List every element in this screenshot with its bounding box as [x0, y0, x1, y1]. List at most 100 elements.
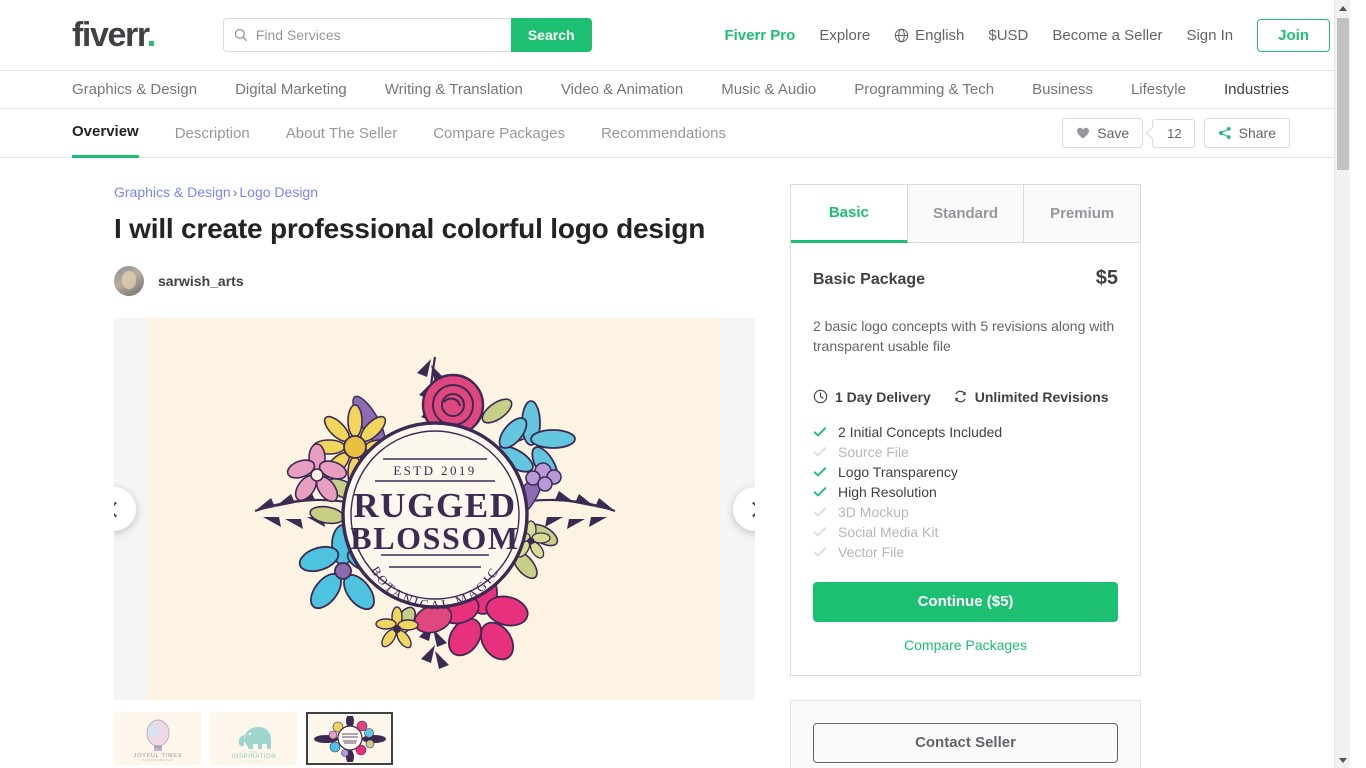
page-scrollbar[interactable]	[1334, 0, 1350, 768]
package-tab-basic[interactable]: Basic	[791, 185, 908, 243]
gallery-thumbnails: JOYFUL TIMES PHOTOGRAPHY The INSPIRATION…	[114, 712, 745, 765]
breadcrumb-child[interactable]: Logo Design	[239, 184, 318, 200]
gallery-main-image[interactable]: ESTD 2019 RUGGED BLOSSOM BOTANICAL MAGIC	[148, 318, 721, 700]
scrollbar-thumb[interactable]	[1337, 18, 1349, 170]
share-button-label: Share	[1238, 125, 1276, 141]
search-input[interactable]	[255, 27, 501, 43]
caret-up-icon	[1338, 5, 1347, 11]
share-button[interactable]: Share	[1203, 118, 1290, 148]
save-button-label: Save	[1097, 125, 1130, 141]
package-card: Basic Standard Premium Basic Package $5 …	[790, 184, 1141, 676]
delivery-time-label: 1 Day Delivery	[835, 388, 931, 405]
compare-packages-link[interactable]: Compare Packages	[813, 637, 1118, 653]
nav-currency[interactable]: $USD	[988, 27, 1028, 44]
elephant-logo-icon: The INSPIRATION — PLACE —	[231, 726, 275, 763]
scrollbar-up-button[interactable]	[1335, 0, 1350, 16]
category-industries[interactable]: Industries	[1224, 81, 1289, 98]
nav-fiverr-pro[interactable]: Fiverr Pro	[724, 27, 795, 44]
search-box[interactable]	[222, 18, 511, 52]
category-business[interactable]: Business	[1032, 81, 1093, 98]
header-nav: Fiverr Pro Explore English $USD Become a…	[724, 18, 1330, 52]
gig-subnav: Overview Description About The Seller Co…	[0, 109, 1350, 158]
nav-language-label: English	[915, 26, 965, 44]
thumbnail-rugged-blossom[interactable]	[306, 712, 393, 765]
join-button[interactable]: Join	[1257, 18, 1330, 52]
contact-seller-button[interactable]: Contact Seller	[813, 722, 1118, 763]
package-tabs: Basic Standard Premium	[791, 185, 1141, 243]
seller-row: sarwish_arts	[114, 266, 745, 296]
tab-about-the-seller[interactable]: About The Seller	[286, 109, 397, 158]
check-icon	[813, 466, 827, 477]
check-icon	[813, 546, 827, 557]
revisions-label: Unlimited Revisions	[974, 388, 1109, 405]
category-video-animation[interactable]: Video & Animation	[561, 81, 683, 98]
search-button[interactable]: Search	[510, 18, 592, 52]
package-header: Basic Package $5	[813, 267, 1118, 290]
category-writing-translation[interactable]: Writing & Translation	[385, 81, 523, 98]
feature-row: Social Media Kit	[813, 522, 1118, 542]
package-tab-premium[interactable]: Premium	[1024, 185, 1141, 243]
refresh-icon	[954, 390, 966, 403]
save-button[interactable]: Save	[1062, 118, 1144, 148]
fiverr-gig-page: fiverr. Search Fiverr Pro Explore	[0, 0, 1350, 768]
site-header: fiverr. Search Fiverr Pro Explore	[0, 0, 1350, 71]
continue-button[interactable]: Continue ($5)	[813, 581, 1118, 622]
floral-wreath-logo-icon	[313, 715, 386, 762]
thumbnail-inspiration[interactable]: The INSPIRATION — PLACE —	[210, 712, 297, 765]
feature-row: High Resolution	[813, 482, 1118, 502]
category-music-audio[interactable]: Music & Audio	[721, 81, 816, 98]
check-icon	[813, 526, 827, 537]
logo-estd-text: ESTD 2019	[393, 463, 476, 478]
thumbnail-joyful-times[interactable]: JOYFUL TIMES PHOTOGRAPHY	[114, 712, 201, 765]
search-icon	[234, 28, 248, 42]
category-programming-tech[interactable]: Programming & Tech	[854, 81, 994, 98]
globe-icon	[894, 28, 909, 42]
package-tab-standard[interactable]: Standard	[907, 185, 1025, 243]
chevron-left-icon	[114, 501, 124, 517]
feature-row: 3D Mockup	[813, 502, 1118, 522]
carousel-next-button[interactable]	[733, 487, 755, 531]
tab-description[interactable]: Description	[175, 109, 250, 158]
tab-overview[interactable]: Overview	[72, 109, 139, 158]
rugged-blossom-logo-artwork: ESTD 2019 RUGGED BLOSSOM BOTANICAL MAGIC	[148, 318, 721, 700]
nav-explore[interactable]: Explore	[819, 27, 870, 44]
tab-recommendations[interactable]: Recommendations	[601, 109, 726, 158]
clock-icon	[813, 389, 828, 404]
chevron-right-icon	[745, 501, 755, 517]
category-graphics-design[interactable]: Graphics & Design	[72, 81, 197, 98]
breadcrumb-separator: ›	[232, 184, 238, 200]
feature-row: Logo Transparency	[813, 462, 1118, 482]
feature-label: 3D Mockup	[838, 503, 909, 520]
nav-sign-in[interactable]: Sign In	[1186, 27, 1233, 44]
feature-label: High Resolution	[838, 483, 937, 500]
check-icon	[813, 486, 827, 497]
fiverr-logo[interactable]: fiverr.	[72, 15, 156, 55]
check-icon	[813, 426, 827, 437]
avatar[interactable]	[114, 266, 144, 296]
nav-language[interactable]: English	[894, 27, 964, 44]
save-count-badge: 12	[1152, 118, 1195, 148]
feature-label: Logo Transparency	[838, 463, 958, 480]
feature-label: Source File	[838, 443, 909, 460]
breadcrumb-parent[interactable]: Graphics & Design	[114, 184, 231, 200]
scrollbar-down-button[interactable]	[1335, 752, 1351, 768]
contact-seller-card: Contact Seller	[790, 699, 1141, 768]
nav-become-a-seller[interactable]: Become a Seller	[1052, 27, 1162, 44]
svg-text:— PLACE —: — PLACE —	[241, 759, 265, 763]
carousel-prev-button[interactable]	[114, 487, 136, 531]
gig-subnav-tabs: Overview Description About The Seller Co…	[72, 109, 726, 158]
package-body: Basic Package $5 2 basic logo concepts w…	[791, 243, 1140, 675]
heart-icon	[1077, 127, 1090, 139]
logo-line2-text: BLOSSOM	[350, 520, 519, 556]
package-features: 2 Initial Concepts Included Source File …	[813, 422, 1118, 562]
category-lifestyle[interactable]: Lifestyle	[1131, 81, 1186, 98]
category-digital-marketing[interactable]: Digital Marketing	[235, 81, 347, 98]
page-content: Graphics & Design › Logo Design I will cre…	[0, 158, 1350, 768]
package-description: 2 basic logo concepts with 5 revisions a…	[813, 318, 1115, 355]
tab-compare-packages[interactable]: Compare Packages	[433, 109, 565, 158]
seller-name[interactable]: sarwish_arts	[158, 273, 244, 289]
feature-label: Social Media Kit	[838, 523, 939, 540]
logo-dot: .	[146, 15, 156, 54]
feature-row: Vector File	[813, 542, 1118, 562]
package-meta: 1 Day Delivery Unlimited Revisions	[813, 389, 1118, 405]
